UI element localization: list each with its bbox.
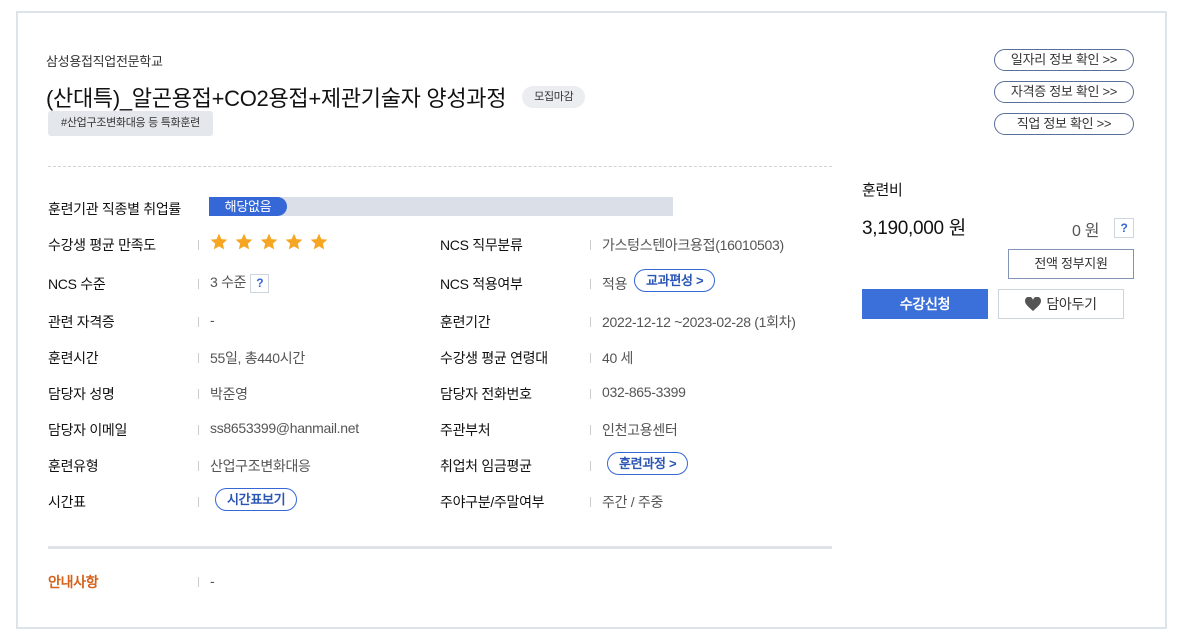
ncs-job-value: 가스텅스텐아크용접(16010503) bbox=[602, 237, 784, 253]
employment-rate-bar: 해당없음 bbox=[209, 197, 673, 216]
daynight-label: 주야구분/주말여부 bbox=[440, 494, 545, 510]
separator bbox=[590, 425, 591, 435]
wishlist-button[interactable]: 담아두기 bbox=[998, 289, 1124, 319]
separator bbox=[590, 497, 591, 507]
type-value: 산업구조변화대응 bbox=[210, 458, 311, 474]
star-icon bbox=[235, 233, 253, 250]
course-tag: #산업구조변화대응 등 특화훈련 bbox=[48, 111, 213, 136]
star-icon bbox=[310, 233, 328, 250]
curriculum-button[interactable]: 교과편성 > bbox=[634, 269, 716, 292]
career-info-link[interactable]: 직업 정보 확인 >> bbox=[994, 113, 1134, 135]
ncs-job-label: NCS 직무분류 bbox=[440, 237, 523, 253]
timetable-button[interactable]: 시간표보기 bbox=[215, 488, 298, 511]
school-name: 삼성용접직업전문학교 bbox=[46, 54, 163, 69]
dept-value: 인천고용센터 bbox=[602, 422, 678, 438]
dept-label: 주관부처 bbox=[440, 422, 491, 438]
ncs-level-label: NCS 수준 bbox=[48, 276, 106, 292]
separator bbox=[198, 317, 199, 327]
cert-value: - bbox=[210, 312, 215, 328]
cert-info-link[interactable]: 자격증 정보 확인 >> bbox=[994, 81, 1134, 103]
separator bbox=[198, 353, 199, 363]
info-links: 일자리 정보 확인 >> 자격증 정보 확인 >> 직업 정보 확인 >> bbox=[994, 49, 1134, 145]
separator bbox=[198, 240, 199, 250]
separator bbox=[590, 240, 591, 250]
daynight-value: 주간 / 주중 bbox=[602, 494, 664, 510]
help-icon[interactable]: ? bbox=[250, 273, 270, 293]
self-pay-amount: 0 원 bbox=[1072, 223, 1100, 240]
status-badge: 모집마감 bbox=[522, 86, 586, 108]
help-icon[interactable]: ? bbox=[1114, 218, 1134, 238]
satisfaction-label: 수강생 평균 만족도 bbox=[48, 237, 156, 253]
separator bbox=[590, 353, 591, 363]
star-icon bbox=[260, 233, 278, 250]
email-value: ss8653399@hanmail.net bbox=[210, 420, 359, 436]
separator bbox=[198, 577, 199, 587]
period-label: 훈련기간 bbox=[440, 314, 491, 330]
separator bbox=[590, 389, 591, 399]
notice-label: 안내사항 bbox=[48, 574, 99, 590]
separator bbox=[198, 389, 199, 399]
ncs-apply-value: 적용 bbox=[602, 276, 628, 292]
satisfaction-stars bbox=[209, 232, 329, 252]
wage-label: 취업처 임금평균 bbox=[440, 458, 532, 474]
age-label: 수강생 평균 연령대 bbox=[440, 350, 548, 366]
separator bbox=[198, 497, 199, 507]
title-row: (산대특)_알곤용접+CO2용접+제관기술자 양성과정 모집마감 bbox=[46, 81, 586, 113]
course-title: (산대특)_알곤용접+CO2용접+제관기술자 양성과정 bbox=[46, 86, 507, 111]
fee-title: 훈련비 bbox=[862, 182, 903, 199]
phone-value: 032-865-3399 bbox=[602, 384, 686, 400]
period-value: 2022-12-12 ~2023-02-28 (1회차) bbox=[602, 314, 796, 330]
separator bbox=[198, 279, 199, 289]
separator bbox=[198, 425, 199, 435]
type-label: 훈련유형 bbox=[48, 458, 99, 474]
fee-amount: 3,190,000 원 bbox=[862, 218, 966, 239]
ncs-level-value: 3 수준 bbox=[210, 274, 247, 290]
star-icon bbox=[210, 233, 228, 250]
phone-label: 담당자 전화번호 bbox=[440, 386, 532, 402]
age-value: 40 세 bbox=[602, 350, 634, 366]
full-support-badge: 전액 정부지원 bbox=[1008, 249, 1134, 279]
wishlist-label: 담아두기 bbox=[1046, 296, 1097, 312]
hours-value: 55일, 총440시간 bbox=[210, 350, 305, 366]
separator bbox=[198, 461, 199, 471]
email-label: 담당자 이메일 bbox=[48, 422, 128, 438]
timetable-label: 시간표 bbox=[48, 494, 86, 510]
cert-label: 관련 자격증 bbox=[48, 314, 115, 330]
hours-label: 훈련시간 bbox=[48, 350, 99, 366]
training-course-button[interactable]: 훈련과정 > bbox=[607, 452, 689, 475]
ncs-apply-label: NCS 적용여부 bbox=[440, 276, 523, 292]
employment-rate-value: 해당없음 bbox=[209, 197, 287, 216]
apply-button[interactable]: 수강신청 bbox=[862, 289, 988, 319]
manager-label: 담당자 성명 bbox=[48, 386, 115, 402]
employment-rate-label: 훈련기관 직종별 취업률 bbox=[48, 201, 181, 217]
manager-value: 박준영 bbox=[210, 386, 248, 402]
job-info-link[interactable]: 일자리 정보 확인 >> bbox=[994, 49, 1134, 71]
notice-value: - bbox=[210, 573, 215, 589]
separator bbox=[590, 461, 591, 471]
heart-icon bbox=[1025, 297, 1042, 311]
star-icon bbox=[285, 233, 303, 250]
divider bbox=[48, 166, 832, 167]
separator bbox=[590, 317, 591, 327]
ncs-level-group: 3 수준? bbox=[210, 272, 270, 293]
divider bbox=[48, 546, 832, 549]
separator bbox=[590, 279, 591, 289]
